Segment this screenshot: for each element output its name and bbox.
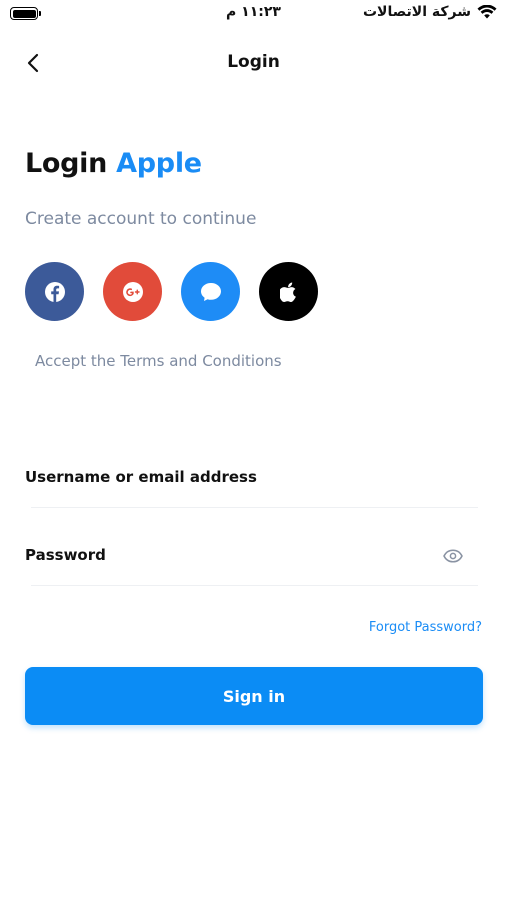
facebook-login-button[interactable] <box>25 262 84 321</box>
username-input[interactable] <box>25 452 435 508</box>
password-input[interactable] <box>25 530 435 586</box>
title-prefix: Login <box>25 148 108 179</box>
google-plus-icon <box>122 281 143 302</box>
show-password-button[interactable] <box>442 546 464 566</box>
status-bar: ١١:٢٣ م شركة الاتصالات <box>0 0 507 28</box>
forgot-password-link[interactable]: Forgot Password? <box>369 620 482 635</box>
apple-icon <box>279 282 296 302</box>
title-brand: Apple <box>116 148 202 179</box>
nav-bar: Login <box>0 40 507 84</box>
username-field: Username or email address <box>25 452 478 508</box>
facebook-icon <box>44 281 65 302</box>
google-plus-login-button[interactable] <box>103 262 162 321</box>
password-field: Password <box>25 530 478 586</box>
username-divider <box>31 507 478 508</box>
carrier-group: شركة الاتصالات <box>363 4 497 20</box>
carrier-name: شركة الاتصالات <box>362 4 471 20</box>
social-login-row <box>25 262 318 321</box>
messenger-login-button[interactable] <box>181 262 240 321</box>
terms-link[interactable]: Accept the Terms and Conditions <box>35 352 282 370</box>
password-divider <box>31 585 478 586</box>
sign-in-button[interactable]: Sign in <box>25 667 483 725</box>
subtitle: Create account to continue <box>25 209 257 229</box>
nav-title: Login <box>227 52 280 72</box>
eye-icon <box>443 549 463 563</box>
apple-login-button[interactable] <box>259 262 318 321</box>
chat-bubble-icon <box>200 282 221 301</box>
wifi-icon <box>477 5 497 19</box>
page-title: Login Apple <box>25 148 202 179</box>
